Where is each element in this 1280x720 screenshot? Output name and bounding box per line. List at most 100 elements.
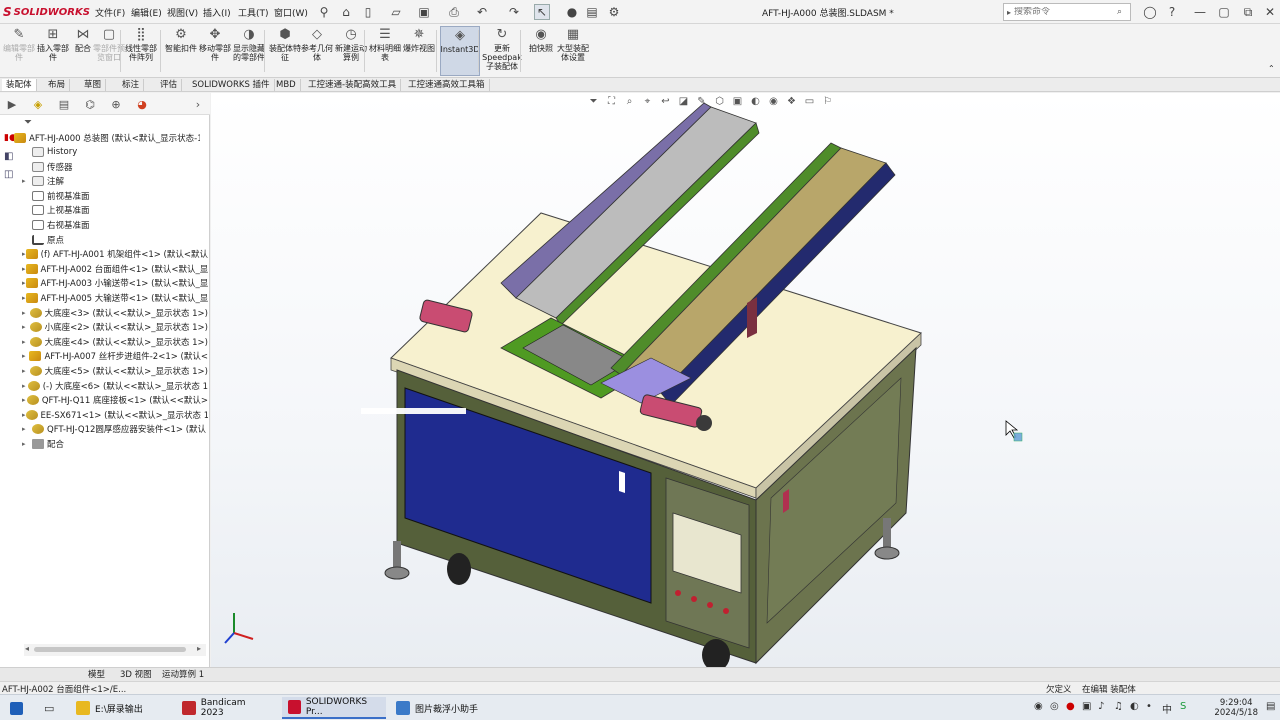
tab-0[interactable]: 装配体 — [2, 79, 37, 91]
tab-1[interactable]: 布局 — [44, 79, 71, 91]
annotation-icon[interactable]: ◫ — [4, 169, 18, 183]
tab-6[interactable]: MBD — [272, 79, 301, 91]
solidworks-logo[interactable]: Ѕ SOLIDWORKS — [3, 4, 90, 20]
cmd-move-component-button[interactable]: ✥ 移动零部件 — [198, 26, 232, 76]
command-search[interactable]: ▸ ⌕ — [1003, 3, 1131, 21]
menu-insert[interactable]: 插入(I) — [203, 6, 231, 19]
tree-item[interactable]: 前视基准面 — [22, 189, 208, 203]
tree-item[interactable]: ▸ 配合 — [22, 437, 208, 451]
tab-8[interactable]: 工控速通高效工具箱 — [404, 79, 490, 91]
minimize-icon[interactable]: — — [1192, 4, 1208, 20]
cmd-bom-button[interactable]: ☰ 材料明细表 — [368, 26, 402, 76]
tab-5[interactable]: SOLIDWORKS 插件 — [188, 79, 275, 91]
expand-arrow-icon[interactable]: ▸ — [22, 323, 30, 331]
taskbar-app-1[interactable]: Bandicam 2023 — [176, 697, 276, 719]
cmd-insert-component-button[interactable]: ⊞ 插入零部件 — [36, 26, 70, 76]
tray-record-icon[interactable]: ● — [1066, 701, 1075, 712]
options-gear-icon[interactable]: ⚙ — [606, 4, 622, 20]
tray-network-icon[interactable]: ▣ — [1082, 701, 1091, 712]
tree-horizontal-scrollbar[interactable]: ◂ ▸ — [24, 644, 206, 656]
scroll-right-icon[interactable]: ▸ — [197, 644, 201, 653]
search-input[interactable] — [1014, 7, 1115, 17]
traffic-light-icon[interactable]: ● — [564, 4, 580, 20]
maximize-icon[interactable]: ⧉ — [1240, 4, 1256, 20]
expand-arrow-icon[interactable]: ▸ — [22, 338, 30, 346]
tree-item[interactable]: ▸ QFT-HJ-Q11 底座接板<1> (默认<<默认> — [22, 393, 208, 407]
menu-edit[interactable]: 编辑(E) — [131, 6, 162, 19]
menu-window[interactable]: 窗口(W) — [274, 6, 308, 19]
tree-item[interactable]: ▸ 注解 — [22, 174, 208, 188]
expand-arrow-icon[interactable]: ▸ — [22, 309, 30, 317]
tray-icon-2[interactable]: ◎ — [1050, 701, 1059, 712]
undo-icon[interactable]: ↶ — [474, 4, 490, 20]
tray-mic-icon[interactable]: ♪ — [1098, 701, 1104, 712]
expand-arrow-icon[interactable]: ▸ — [22, 440, 32, 448]
menu-file[interactable]: 文件(F) — [95, 6, 125, 19]
expand-arrow-icon[interactable]: ▸ — [22, 352, 29, 360]
cmd-linear-pattern-button[interactable]: ⣿ 线性零部件阵列 — [124, 26, 158, 76]
tree-root-assembly[interactable]: AFT-HJ-A000 总装图 (默认<默认_显示状态-1 — [14, 131, 200, 145]
print-icon[interactable]: ⎙ — [446, 4, 462, 20]
tree-item[interactable]: ▸ 大底座<4> (默认<<默认>_显示状态 1>) — [22, 335, 208, 349]
graphics-area[interactable]: ⏷ ⛶ ⌕ ⌖ ↩ ◪ ✎ ⬡ ▣ ◐ ◉ ❖ ▭ ⚐ ▢ – ▢ — [211, 93, 1280, 667]
tree-item[interactable]: ▸ 小底座<2> (默认<<默认>_显示状态 1>) — [22, 320, 208, 334]
tree-item[interactable]: ▸ QFT-HJ-Q12圆厚感应器安装件<1> (默认 — [22, 422, 208, 436]
cmd-snapshot-button[interactable]: ◉ 拍快照 — [524, 26, 558, 76]
tray-camera-icon[interactable]: ◐ — [1130, 701, 1139, 712]
tree-item[interactable]: 右视基准面 — [22, 218, 208, 232]
menu-tools[interactable]: 工具(T) — [238, 6, 269, 19]
collapse-ribbon-icon[interactable]: ⌃ — [1268, 64, 1275, 73]
taskbar-app-0[interactable]: E:\屏录输出 — [70, 697, 170, 719]
tray-dot-icon[interactable]: • — [1146, 701, 1152, 712]
tree-item[interactable]: 原点 — [22, 233, 208, 247]
tree-item[interactable]: History — [22, 145, 208, 159]
tab-2[interactable]: 草图 — [80, 79, 107, 91]
save-icon[interactable]: ▣ — [416, 4, 432, 20]
user-icon[interactable]: ◯ — [1142, 4, 1158, 20]
desktop-button[interactable]: ▭ — [38, 697, 60, 719]
taskbar-app-2[interactable]: SOLIDWORKS Pr... — [282, 697, 386, 719]
cmd-reference-geometry-button[interactable]: ◇ 参考几何体 — [300, 26, 334, 76]
system-clock[interactable]: 9:29:04 2024/5/18 — [1214, 698, 1258, 718]
cmd-show-hidden-button[interactable]: ◑ 显示隐藏的零部件 — [232, 26, 266, 76]
close-icon[interactable]: ✕ — [1262, 4, 1278, 20]
expand-arrow-icon[interactable]: ▸ — [22, 411, 26, 419]
cmd-large-assembly-button[interactable]: ▦ 大型装配体设置 — [556, 26, 590, 76]
tree-item[interactable]: ▸ AFT-HJ-A005 大输送带<1> (默认<默认_显 — [22, 291, 208, 305]
tree-item[interactable]: ▸ 大底座<5> (默认<<默认>_显示状态 1>) — [22, 364, 208, 378]
bottom-tab-2[interactable]: 运动算例 1 — [158, 669, 208, 681]
expand-arrow-icon[interactable]: ▸ — [22, 177, 32, 185]
sensor-icon[interactable]: ◧ — [4, 151, 18, 165]
ime-indicator[interactable]: 中 — [1162, 701, 1172, 716]
expand-arrow-icon[interactable]: ▸ — [22, 382, 28, 390]
cmd-motion-study-button[interactable]: ◷ 新建运动算例 — [334, 26, 368, 76]
cmd-speedpak-button[interactable]: ↻ 更新Speedpak子装配体 — [482, 26, 522, 76]
search-icon[interactable]: ⌕ — [1117, 7, 1122, 17]
tree-item[interactable]: ▸ AFT-HJ-A003 小输送带<1> (默认<默认_显 — [22, 276, 208, 290]
scroll-left-icon[interactable]: ◂ — [25, 644, 29, 653]
tree-item[interactable]: ▸ AFT-HJ-A007 丝杆步进组件-2<1> (默认< — [22, 349, 208, 363]
expand-arrow-icon[interactable]: ▸ — [22, 279, 26, 287]
property-manager-icon[interactable]: ▤ — [56, 96, 72, 112]
feature-tree-icon[interactable]: ◈ — [30, 96, 46, 112]
pin-icon[interactable]: ⚲ — [316, 4, 332, 20]
cmd-instant3d-button[interactable]: ◈ Instant3D — [440, 26, 480, 76]
restore-icon[interactable]: ▢ — [1216, 4, 1232, 20]
bottom-tab-1[interactable]: 3D 视图 — [116, 669, 156, 681]
expand-arrow-icon[interactable]: ▶ — [4, 96, 20, 112]
expand-arrow-icon[interactable]: ▸ — [22, 294, 26, 302]
tree-item[interactable]: ▸ (f) AFT-HJ-A001 机架组件<1> (默认<默认 — [22, 247, 208, 261]
file-properties-icon[interactable]: ▤ — [584, 4, 600, 20]
tree-item[interactable]: ▸ AFT-HJ-A002 台面组件<1> (默认<默认_显 — [22, 262, 208, 276]
cmd-exploded-view-button[interactable]: ✵ 爆炸视图 — [402, 26, 436, 76]
display-manager-icon[interactable]: ◕ — [134, 96, 150, 112]
tree-item[interactable]: 上视基准面 — [22, 203, 208, 217]
notification-icon[interactable]: ▤ — [1266, 701, 1275, 712]
cmd-edit-component-button[interactable]: ✎ 编辑零部件 — [2, 26, 36, 76]
panel-next-icon[interactable]: › — [190, 96, 206, 112]
tray-volume-icon[interactable]: ♫ — [1114, 701, 1123, 712]
dimxpert-icon[interactable]: ⊕ — [108, 96, 124, 112]
filter-icon[interactable]: ⏷ — [24, 117, 32, 128]
tab-7[interactable]: 工控速通-装配高效工具 — [304, 79, 402, 91]
open-icon[interactable]: ▱ — [388, 4, 404, 20]
